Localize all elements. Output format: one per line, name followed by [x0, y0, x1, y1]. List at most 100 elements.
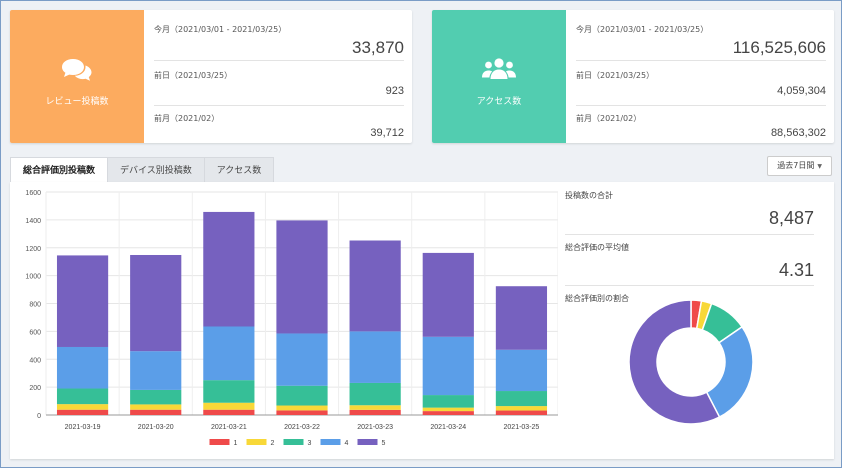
- total-posts-value: 8,487: [768, 208, 814, 228]
- y-tick-label: 200: [29, 385, 41, 392]
- bar-segment: [130, 389, 182, 405]
- x-tick-label: 2021-03-22: [284, 424, 320, 431]
- y-tick-label: 400: [29, 357, 41, 364]
- legend-swatch: [209, 439, 230, 445]
- stat-value: 39,712: [370, 127, 404, 139]
- legend-swatch: [320, 439, 341, 445]
- bar-segment: [130, 409, 182, 415]
- bar-segment: [56, 404, 109, 410]
- bar-segment: [276, 220, 328, 334]
- stat-label: 今月（2021/03/01 - 2021/03/25）: [154, 25, 287, 34]
- stat-this-month: 今月（2021/03/01 - 2021/03/25） 116,525,606: [576, 10, 826, 61]
- bar-segment: [56, 409, 109, 415]
- avg-rating-value: 4.31: [778, 260, 814, 280]
- bar-segment: [495, 391, 548, 407]
- bar-segment: [422, 407, 474, 412]
- access-stats: 今月（2021/03/01 - 2021/03/25） 116,525,606 …: [566, 10, 834, 143]
- stat-value: 116,525,606: [732, 38, 826, 57]
- period-select[interactable]: 過去7日間 ▼: [767, 156, 832, 176]
- stat-value: 88,563,302: [770, 127, 826, 139]
- bar-segment: [495, 406, 548, 411]
- bar-segment: [349, 382, 401, 406]
- x-tick-label: 2021-03-21: [211, 424, 247, 431]
- legend-label: 3: [308, 440, 312, 447]
- users-icon: [482, 58, 516, 84]
- stat-label: 前月（2021/02）: [576, 114, 642, 123]
- divider: [565, 234, 814, 235]
- bar-segment: [203, 211, 255, 327]
- stacked-bar-chart: 0 200 400 600 800 1000 1200 1400 1600 2021-03-19 2…: [25, 190, 558, 447]
- y-tick-label: 1000: [25, 274, 41, 281]
- bar-segment: [56, 346, 109, 389]
- stat-value: 33,870: [352, 38, 404, 57]
- legend-label: 1: [234, 440, 238, 447]
- stat-label: 前日（2021/03/25）: [576, 71, 655, 80]
- legend-swatch: [246, 439, 267, 445]
- legend-swatch: [283, 439, 304, 445]
- bar-segment: [203, 402, 255, 410]
- bar-segment: [203, 326, 255, 381]
- legend-label: 2: [271, 440, 275, 447]
- bar-segment: [276, 385, 328, 406]
- stat-this-month: 今月（2021/03/01 - 2021/03/25） 33,870: [154, 10, 404, 61]
- legend-label: 4: [345, 440, 349, 447]
- tab-device-posts[interactable]: デバイス別投稿数: [107, 157, 205, 183]
- donut-slice: [705, 325, 754, 419]
- stat-yesterday: 前日（2021/03/25） 923: [154, 61, 404, 106]
- bar-segment: [422, 252, 474, 337]
- y-tick-label: 1400: [25, 218, 41, 225]
- bar-segment: [56, 255, 109, 347]
- access-tile: アクセス数: [432, 10, 566, 143]
- chart-tabs: 総合評価別投稿数 デバイス別投稿数 アクセス数: [10, 157, 275, 184]
- review-stats: 今月（2021/03/01 - 2021/03/25） 33,870 前日（20…: [144, 10, 412, 143]
- stat-label: 前月（2021/02）: [154, 114, 220, 123]
- y-tick-label: 1600: [25, 190, 41, 197]
- total-posts-label: 投稿数の合計: [565, 191, 613, 200]
- stat-label: 前日（2021/03/25）: [154, 71, 233, 80]
- bar-segment: [130, 351, 182, 390]
- bar-segment: [56, 388, 109, 405]
- x-tick-label: 2021-03-19: [65, 424, 101, 431]
- stat-value: 923: [385, 85, 404, 97]
- bar-segment: [276, 333, 328, 386]
- bar-segment: [203, 409, 255, 415]
- bar-segment: [276, 410, 328, 415]
- rating-ratio-label: 総合評価別の割合: [565, 294, 629, 303]
- bar-segment: [422, 336, 474, 396]
- rating-donut-chart: [628, 299, 754, 425]
- avg-rating-label: 総合評価の平均値: [565, 243, 629, 252]
- y-tick-label: 600: [29, 329, 41, 336]
- x-tick-label: 2021-03-20: [138, 424, 174, 431]
- y-tick-label: 0: [37, 413, 41, 420]
- period-select-value: 過去7日間: [777, 161, 815, 170]
- bar-segment: [495, 286, 548, 350]
- bar-segment: [422, 411, 474, 415]
- stat-last-month: 前月（2021/02） 39,712: [154, 106, 404, 143]
- bar-segment: [276, 405, 328, 411]
- stat-last-month: 前月（2021/02） 88,563,302: [576, 106, 826, 143]
- dashboard: レビュー投稿数 今月（2021/03/01 - 2021/03/25） 33,8…: [0, 0, 842, 468]
- bar-segment: [349, 240, 401, 332]
- stat-yesterday: 前日（2021/03/25） 4,059,304: [576, 61, 826, 106]
- access-summary-card: アクセス数 今月（2021/03/01 - 2021/03/25） 116,52…: [432, 10, 834, 143]
- stat-label: 今月（2021/03/01 - 2021/03/25）: [576, 25, 709, 34]
- bar-segment: [130, 404, 182, 410]
- access-count-title: アクセス数: [476, 97, 522, 107]
- bar-segment: [130, 254, 182, 352]
- divider: [565, 285, 814, 286]
- tab-access[interactable]: アクセス数: [203, 157, 275, 183]
- bar-segment: [203, 380, 255, 403]
- y-tick-label: 800: [29, 302, 41, 309]
- caret-down-icon: ▼: [817, 163, 822, 170]
- review-tile: レビュー投稿数: [10, 10, 144, 143]
- y-tick-label: 1200: [25, 246, 41, 253]
- bar-segment: [349, 409, 401, 415]
- x-tick-label: 2021-03-25: [504, 424, 540, 431]
- comments-icon: [62, 58, 92, 86]
- bar-segment: [349, 331, 401, 383]
- x-tick-label: 2021-03-23: [357, 424, 393, 431]
- stat-value: 4,059,304: [777, 85, 826, 97]
- bar-segment: [495, 349, 548, 392]
- tab-rating-posts[interactable]: 総合評価別投稿数: [10, 157, 109, 184]
- bar-segment: [495, 410, 548, 415]
